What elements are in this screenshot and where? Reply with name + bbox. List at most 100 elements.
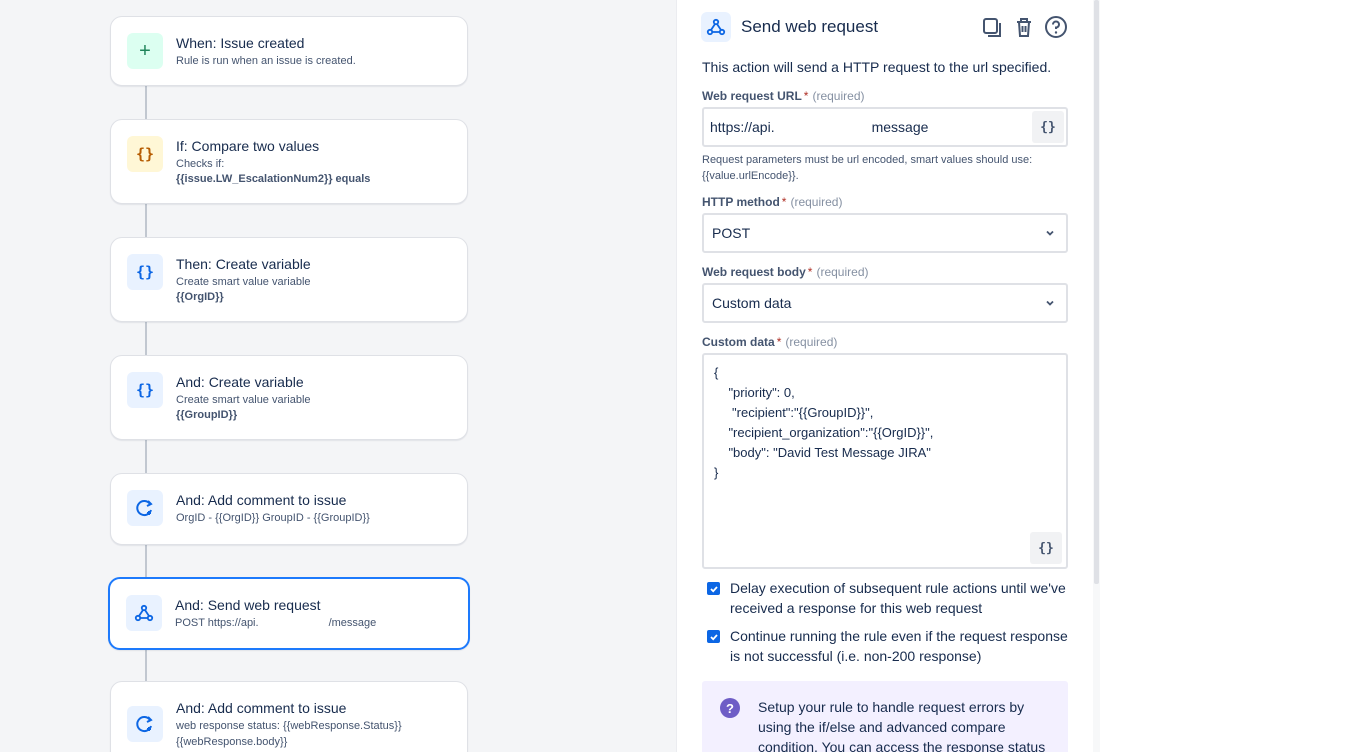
custom-data-label: Custom data * (required) [702, 335, 837, 349]
panel-header: Send web request [701, 12, 1069, 42]
delete-button[interactable] [1011, 14, 1037, 40]
connector [145, 440, 147, 474]
rule-component-create-variable[interactable]: {} And: Create variable Create smart val… [110, 355, 468, 440]
rule-component-trigger[interactable]: + When: Issue created Rule is run when a… [110, 16, 468, 86]
rule-canvas: + When: Issue created Rule is run when a… [0, 0, 676, 752]
delay-execution-label: Delay execution of subsequent rule actio… [730, 580, 1066, 616]
required-asterisk: * [776, 335, 782, 349]
braces-icon: {} [1038, 540, 1054, 556]
component-description: OrgID - {{OrgID}} GroupID - {{GroupID}} [176, 512, 370, 524]
rule-component-add-comment[interactable]: And: Add comment to issue web response s… [110, 681, 468, 752]
rule-component-add-comment[interactable]: And: Add comment to issue OrgID - {{OrgI… [110, 473, 468, 545]
duplicate-button[interactable] [979, 14, 1005, 40]
required-asterisk: * [807, 265, 813, 279]
checkmark-icon [709, 585, 718, 593]
component-description: POST https://api. /message [175, 616, 376, 631]
connector [145, 322, 147, 356]
action-description: This action will send a HTTP request to … [702, 59, 1052, 75]
component-title: And: Add comment to issue [176, 492, 347, 508]
required-asterisk: * [803, 89, 809, 103]
web-request-body-select[interactable]: Custom data [702, 283, 1068, 323]
web-request-url-input[interactable]: https://api. message {} [702, 107, 1068, 147]
braces-icon: {} [127, 372, 163, 408]
connector [145, 650, 147, 682]
component-description: Create smart value variable [176, 394, 311, 406]
panel-title: Send web request [741, 17, 879, 36]
body-value: Custom data [712, 295, 792, 311]
url-label-text: Web request URL [702, 89, 802, 103]
component-description: Checks if: [176, 158, 225, 170]
required-hint: (required) [790, 195, 843, 209]
component-title: And: Send web request [175, 597, 321, 613]
request-url-end: /message [328, 617, 377, 629]
body-label-text: Web request body [702, 265, 806, 279]
code-line: "recipient":"{{GroupID}}", [714, 405, 874, 420]
checkmark-icon [709, 633, 718, 641]
http-method-select[interactable]: POST [702, 213, 1068, 253]
component-title: If: Compare two values [176, 138, 320, 154]
required-hint: (required) [785, 335, 838, 349]
chevron-down-icon [1046, 300, 1054, 306]
connector [145, 86, 147, 120]
body-label: Web request body * (required) [702, 265, 869, 279]
help-icon [1045, 16, 1067, 38]
required-hint: (required) [816, 265, 869, 279]
braces-icon: {} [1040, 119, 1056, 135]
config-panel: Send web request This action will send a… [676, 0, 1094, 752]
component-detail: {{OrgID}} [176, 291, 224, 303]
braces-icon: {} [127, 254, 163, 290]
info-text: Setup your rule to handle request errors… [758, 699, 1046, 752]
required-hint: (required) [812, 89, 865, 103]
method-label-text: HTTP method [702, 195, 780, 209]
delay-execution-checkbox[interactable] [707, 582, 720, 595]
rule-component-create-variable[interactable]: {} Then: Create variable Create smart va… [110, 237, 468, 322]
plus-icon: + [127, 33, 163, 69]
continue-running-checkbox[interactable] [707, 630, 720, 643]
url-label: Web request URL * (required) [702, 89, 865, 103]
request-url-start: POST https://api. [175, 617, 259, 629]
component-title: When: Issue created [176, 35, 305, 51]
component-title: Then: Create variable [176, 256, 311, 272]
scrollbar-thumb[interactable] [1094, 0, 1099, 584]
method-label: HTTP method * (required) [702, 195, 842, 209]
url-value-start: https://api. [710, 119, 775, 135]
required-asterisk: * [781, 195, 787, 209]
info-panel: ? Setup your rule to handle request erro… [702, 681, 1068, 752]
code-line: { [714, 365, 719, 380]
connector [145, 545, 147, 577]
continue-running-checkbox-row[interactable]: Continue running the rule even if the re… [707, 626, 1077, 666]
connector [145, 204, 147, 238]
smart-value-button[interactable]: {} [1032, 111, 1064, 143]
url-value: https://api. message [710, 119, 1032, 135]
comment-icon [127, 706, 163, 742]
component-title: And: Add comment to issue [176, 700, 347, 716]
rule-component-send-web-request[interactable]: And: Send web request POST https://api. /… [108, 577, 470, 650]
method-value: POST [712, 225, 751, 241]
chevron-down-icon [1046, 230, 1054, 236]
help-button[interactable] [1043, 14, 1069, 40]
component-detail: {{webResponse.body}} [176, 736, 288, 748]
question-icon: ? [720, 698, 740, 718]
comment-icon [127, 490, 163, 526]
copy-icon [983, 18, 1001, 37]
component-title: And: Create variable [176, 374, 304, 390]
component-detail: {{issue.LW_EscalationNum2}} equals [176, 173, 371, 185]
webhook-icon [126, 595, 162, 631]
delay-execution-checkbox-row[interactable]: Delay execution of subsequent rule actio… [707, 578, 1077, 618]
braces-icon: {} [127, 136, 163, 172]
rule-component-condition[interactable]: {} If: Compare two values Checks if: {{i… [110, 119, 468, 204]
code-line: "body": "David Test Message JIRA" [714, 445, 931, 460]
custom-data-label-text: Custom data [702, 335, 775, 349]
code-line: "priority": 0, [714, 385, 795, 400]
custom-data-textarea[interactable]: { "priority": 0, "recipient":"{{GroupID}… [702, 353, 1068, 569]
trash-icon [1017, 18, 1031, 37]
code-line: "recipient_organization":"{{OrgID}}", [714, 425, 934, 440]
code-line: } [714, 465, 719, 480]
continue-running-label: Continue running the rule even if the re… [730, 628, 1068, 664]
smart-value-button[interactable]: {} [1030, 532, 1062, 564]
component-detail: {{GroupID}} [176, 409, 238, 421]
webhook-icon [701, 12, 731, 42]
url-value-end: message [871, 119, 929, 135]
component-description: web response status: {{webResponse.Statu… [176, 720, 402, 732]
url-help-text: Request parameters must be url encoded, … [702, 154, 1033, 182]
